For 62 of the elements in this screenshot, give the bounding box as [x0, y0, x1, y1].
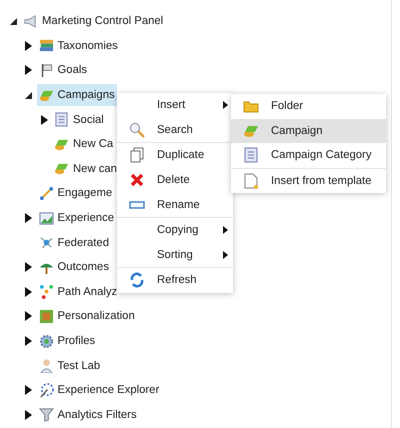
person-icon — [38, 358, 54, 374]
expand-arrow-icon[interactable] — [25, 286, 32, 297]
tree-item[interactable]: Path Analyz — [36, 280, 120, 303]
list-icon — [243, 147, 259, 164]
submenu-arrow-icon — [223, 101, 228, 109]
expand-arrow-icon[interactable] — [25, 410, 32, 420]
tree-item[interactable]: Profiles — [36, 330, 98, 352]
collapse-arrow-icon[interactable] — [10, 18, 16, 25]
menu-item[interactable]: Copying — [117, 216, 233, 243]
tree-item[interactable]: Social — [52, 108, 106, 131]
tree-item[interactable]: Personalization — [36, 305, 137, 328]
menu-item[interactable]: Campaign Category — [231, 143, 386, 168]
megaphone-icon — [23, 14, 38, 29]
network-icon — [38, 235, 54, 250]
expand-arrow-icon[interactable] — [25, 213, 32, 224]
list-icon — [54, 112, 69, 128]
menu-item[interactable]: Campaign — [231, 118, 386, 144]
nodes-icon — [38, 284, 54, 300]
submenu-arrow-icon — [223, 250, 228, 259]
tree-item[interactable]: Test Lab — [36, 354, 102, 377]
tree-item[interactable]: Analytics Filters — [36, 404, 139, 426]
chain-icon — [38, 186, 54, 201]
tree-item[interactable]: New can — [52, 158, 119, 180]
expand-arrow-icon[interactable] — [25, 336, 32, 346]
tree-item[interactable]: Experience Explorer — [36, 379, 162, 402]
delete-icon — [129, 172, 145, 188]
gear-icon — [38, 334, 54, 349]
submenu-arrow-icon — [223, 226, 228, 234]
expand-arrow-icon[interactable] — [25, 385, 32, 396]
tree-item[interactable]: Engageme — [36, 182, 114, 204]
tree-item[interactable]: New Ca — [52, 133, 116, 156]
tree-item[interactable]: Federated — [36, 232, 111, 254]
grid-icon — [38, 308, 54, 324]
menu-item[interactable]: Folder — [231, 94, 386, 119]
books-icon — [38, 38, 54, 54]
tree-item[interactable]: Taxonomies — [36, 34, 120, 57]
tree-item[interactable]: Goals — [36, 59, 90, 82]
tree-item[interactable]: Campaigns — [36, 84, 117, 106]
search-icon — [129, 122, 145, 138]
funnel-icon — [38, 407, 54, 422]
menu-item[interactable]: Insert — [117, 93, 233, 118]
chart-icon — [38, 210, 54, 226]
menu-item[interactable]: Insert from template — [231, 168, 386, 194]
dashed-circle-icon — [38, 382, 54, 398]
expand-arrow-icon[interactable] — [40, 114, 48, 125]
menu-item[interactable]: Sorting — [117, 242, 233, 268]
refresh-icon — [129, 272, 145, 288]
menu-item[interactable]: Rename — [117, 192, 233, 217]
menu-item[interactable]: Refresh — [117, 267, 233, 293]
expand-arrow-icon[interactable] — [25, 40, 32, 51]
tree-item[interactable]: Marketing Control Panel — [21, 10, 166, 32]
rename-icon — [129, 200, 145, 209]
menu-item[interactable]: Search — [117, 118, 233, 142]
menu-item[interactable]: Delete — [117, 168, 233, 192]
tree-item[interactable]: Outcomes — [36, 256, 111, 278]
expand-arrow-icon[interactable] — [25, 262, 32, 272]
expand-arrow-icon[interactable] — [25, 311, 32, 322]
copy-icon — [129, 147, 145, 164]
expand-arrow-icon[interactable] — [25, 65, 32, 76]
tree-item[interactable]: Experience — [36, 207, 116, 230]
collapse-arrow-icon[interactable] — [25, 92, 32, 99]
page-icon — [243, 173, 259, 190]
